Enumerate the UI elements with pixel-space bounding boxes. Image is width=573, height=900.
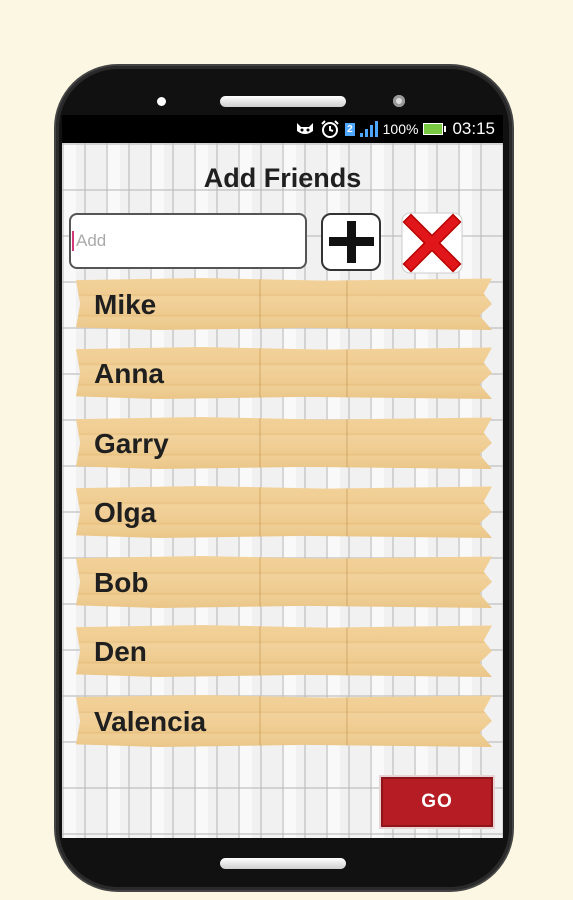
friend-name: Anna bbox=[94, 358, 164, 389]
friend-name: Valencia bbox=[94, 706, 207, 737]
page-title: Add Friends bbox=[203, 163, 362, 193]
battery-icon bbox=[423, 123, 447, 135]
friend-name: Garry bbox=[94, 428, 169, 459]
go-button[interactable]: GO bbox=[379, 775, 495, 829]
friend-list-item[interactable]: Bob bbox=[76, 556, 492, 608]
alarm-clock-icon bbox=[321, 120, 339, 138]
app-screen: Add Friends Mike Anna Garry Olga Bob Den… bbox=[62, 143, 503, 838]
friend-name: Den bbox=[94, 636, 147, 667]
text-cursor bbox=[72, 231, 74, 251]
add-friend-input[interactable] bbox=[69, 213, 307, 269]
status-bar: 2 100% 03:15 bbox=[62, 115, 503, 143]
signal-bars-icon bbox=[359, 121, 378, 137]
plus-icon bbox=[329, 221, 374, 263]
friend-list-item[interactable]: Mike bbox=[76, 278, 492, 330]
home-bar[interactable] bbox=[220, 858, 346, 869]
friend-name: Mike bbox=[94, 289, 157, 320]
front-camera bbox=[393, 95, 405, 107]
friend-name: Olga bbox=[94, 497, 157, 528]
earpiece-speaker bbox=[220, 96, 346, 107]
friend-list-item[interactable]: Olga bbox=[76, 486, 492, 538]
friend-list-item[interactable]: Garry bbox=[76, 417, 492, 469]
friend-name: Bob bbox=[94, 567, 149, 598]
battery-percent: 100% bbox=[382, 121, 419, 137]
front-sensor-dot bbox=[157, 97, 166, 106]
clock-time: 03:15 bbox=[452, 119, 495, 138]
friend-list-item[interactable]: Anna bbox=[76, 347, 492, 399]
sim-icon: 2 bbox=[345, 122, 355, 136]
add-friend-button[interactable] bbox=[321, 213, 381, 271]
friend-list-item[interactable]: Den bbox=[76, 625, 492, 677]
clear-button[interactable] bbox=[401, 212, 463, 274]
friend-list-item[interactable]: Valencia bbox=[76, 695, 492, 747]
red-x-icon bbox=[401, 212, 463, 274]
cat-notification-icon bbox=[297, 123, 314, 134]
